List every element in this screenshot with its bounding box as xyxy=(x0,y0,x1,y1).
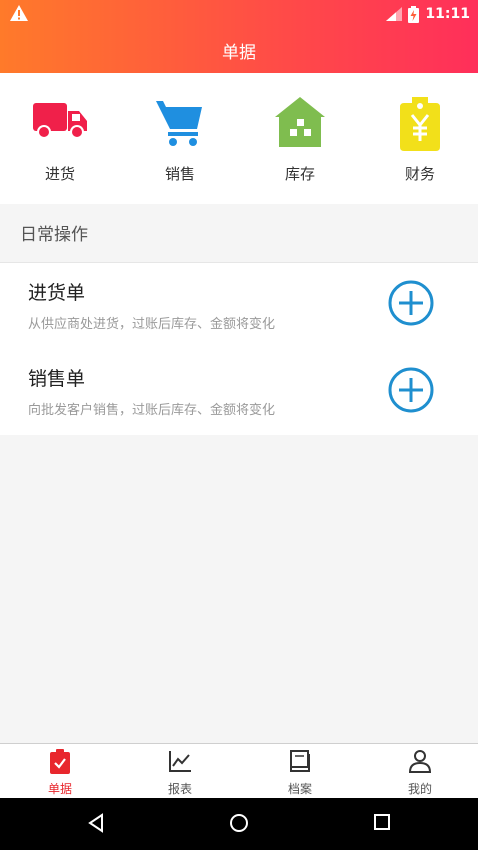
add-circle-icon[interactable] xyxy=(388,280,434,326)
nav-tab-label: 报表 xyxy=(167,782,192,796)
recents-icon[interactable] xyxy=(373,813,391,831)
quick-action-label: 财务 xyxy=(404,165,435,183)
quick-action-label: 销售 xyxy=(164,165,195,183)
quick-action-finance[interactable]: 财务 xyxy=(360,73,478,204)
warehouse-icon xyxy=(275,97,325,147)
nav-tab-label: 单据 xyxy=(47,782,72,796)
nav-tab-label: 我的 xyxy=(407,782,432,796)
nav-tab-documents[interactable]: 单据 xyxy=(0,744,120,799)
quick-action-sales[interactable]: 销售 xyxy=(120,73,240,204)
daily-operations-list: 进货单 从供应商处进货，过账后库存、金额将变化 销售单 向批发客户销售，过账后库… xyxy=(0,263,478,435)
clipboard-check-icon xyxy=(50,749,70,774)
quick-actions-panel: 进货 销售 库存 财务 xyxy=(0,73,478,204)
home-icon[interactable] xyxy=(229,813,249,833)
status-time: 11:11 xyxy=(425,6,470,22)
truck-icon xyxy=(33,103,87,139)
status-bar: 11:11 xyxy=(0,0,478,28)
nav-tab-me[interactable]: 我的 xyxy=(360,744,478,799)
section-title: 日常操作 xyxy=(20,225,88,245)
back-icon[interactable] xyxy=(86,813,106,833)
quick-action-inventory[interactable]: 库存 xyxy=(240,73,360,204)
signal-icon xyxy=(386,7,403,21)
app-header: 11:11 单据 xyxy=(0,0,478,73)
list-item-description: 向批发客户销售，过账后库存、金额将变化 xyxy=(28,403,276,418)
quick-action-label: 进货 xyxy=(44,165,75,183)
line-chart-icon xyxy=(169,751,191,772)
cart-icon xyxy=(156,101,202,146)
list-item-title: 进货单 xyxy=(28,282,86,304)
warning-icon xyxy=(10,5,28,21)
quick-action-purchase[interactable]: 进货 xyxy=(0,73,120,204)
nav-tab-reports[interactable]: 报表 xyxy=(120,744,240,799)
user-icon xyxy=(408,750,432,773)
battery-charging-icon xyxy=(408,5,420,23)
nav-tab-label: 档案 xyxy=(287,782,312,796)
list-item-sales-order[interactable]: 销售单 向批发客户销售，过账后库存、金额将变化 xyxy=(0,349,478,435)
system-navigation-bar xyxy=(0,798,478,850)
price-tag-icon xyxy=(400,97,440,151)
list-item-purchase-order[interactable]: 进货单 从供应商处进货，过账后库存、金额将变化 xyxy=(0,263,478,349)
quick-action-label: 库存 xyxy=(284,165,315,183)
add-circle-icon[interactable] xyxy=(388,367,434,413)
book-icon xyxy=(290,750,310,772)
page-title: 单据 xyxy=(222,43,256,63)
bottom-navigation: 单据 报表 档案 我的 xyxy=(0,743,478,798)
nav-tab-archive[interactable]: 档案 xyxy=(240,744,360,799)
list-item-description: 从供应商处进货，过账后库存、金额将变化 xyxy=(28,317,276,332)
list-item-title: 销售单 xyxy=(28,368,86,390)
